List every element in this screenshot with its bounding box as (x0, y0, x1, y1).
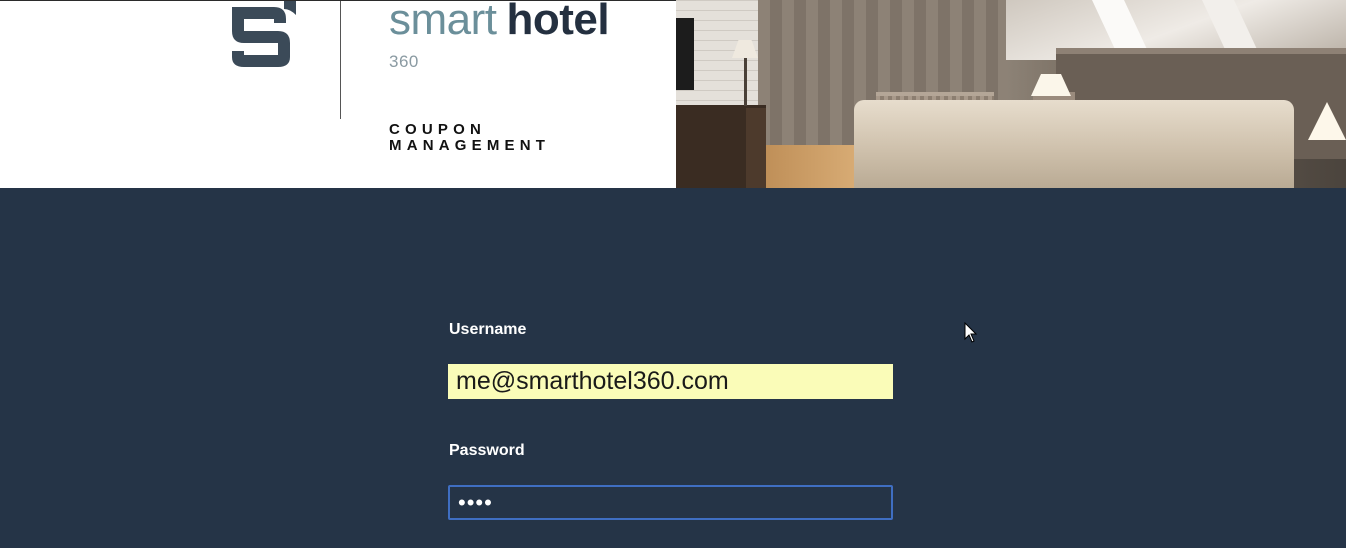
brand-title-bold: hotel (506, 0, 610, 44)
header: smart hotel 360 COUPON MANAGEMENT (0, 0, 1346, 188)
app-name-line2: MANAGEMENT (389, 137, 551, 154)
hotel-room-photo (676, 0, 1346, 188)
username-input[interactable] (448, 364, 893, 399)
username-label: Username (449, 321, 527, 338)
smarthotel-logo-icon (232, 1, 296, 67)
brand-subtitle: 360 (389, 52, 419, 71)
brand-panel: smart hotel 360 COUPON MANAGEMENT (0, 0, 676, 188)
app-name-line1: COUPON (389, 121, 487, 138)
brand-title: smart hotel (389, 0, 610, 44)
header-divider (340, 1, 341, 119)
brand-title-light: smart (389, 0, 497, 44)
password-label: Password (449, 442, 525, 459)
password-input[interactable] (448, 485, 893, 520)
app-name: COUPON MANAGEMENT (389, 122, 649, 154)
mouse-pointer-icon (964, 322, 978, 343)
